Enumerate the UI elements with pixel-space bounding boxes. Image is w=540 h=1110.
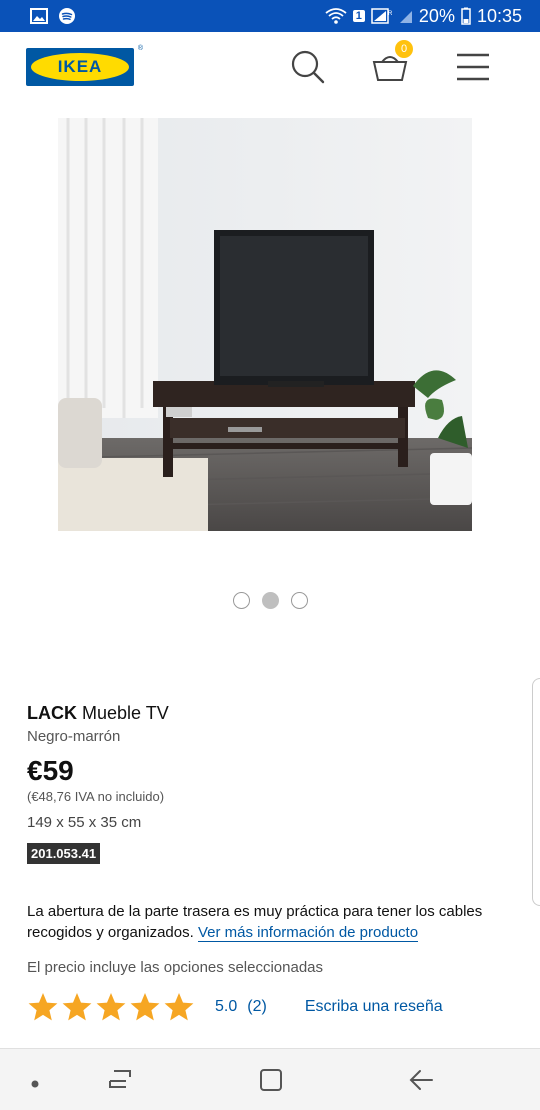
article-number: 201.053.41	[27, 843, 101, 864]
rating-score: 5.0	[215, 998, 238, 1015]
back-arrow-icon	[409, 1070, 433, 1090]
product-price: €59	[27, 755, 74, 786]
product-description: La abertura de la parte trasera es muy p…	[27, 901, 513, 943]
star-icon	[28, 993, 58, 1021]
carousel-dot-3[interactable]	[290, 592, 308, 609]
star-icon	[62, 993, 92, 1021]
app-header: IKEA ® 0	[0, 32, 540, 104]
nav-dot-button[interactable]	[30, 1076, 40, 1094]
search-icon	[291, 50, 325, 84]
cart-button[interactable]: 0	[369, 40, 413, 88]
price-options-note: El precio incluye las opciones seleccion…	[27, 959, 324, 976]
product-color: Negro-marrón	[27, 728, 121, 745]
spotify-icon	[59, 8, 75, 24]
wifi-icon	[325, 8, 347, 24]
price-excl-tax: (€48,76 IVA no incluido)	[27, 789, 165, 804]
star-icon	[96, 993, 126, 1021]
battery-icon	[461, 7, 471, 25]
product-brand: LACK	[27, 703, 77, 723]
product-dimensions: 149 x 55 x 35 cm	[27, 814, 142, 831]
star-icon	[130, 993, 160, 1021]
signal-icon: R	[371, 8, 393, 24]
cart-count-badge: 0	[395, 40, 413, 58]
clock: 10:35	[476, 5, 522, 26]
side-panel-handle[interactable]	[532, 678, 540, 906]
back-button[interactable]	[408, 1067, 436, 1098]
rating-row: 5.0 (2) Escriba una reseña	[27, 991, 513, 1023]
star-icon	[164, 993, 194, 1021]
recent-apps-icon	[109, 1070, 131, 1088]
more-info-link[interactable]: Ver más información de producto	[197, 924, 419, 942]
home-icon	[260, 1069, 282, 1091]
hamburger-menu-icon	[457, 53, 489, 81]
battery-percent: 20%	[418, 5, 455, 26]
logo-text: IKEA	[57, 57, 103, 76]
recent-apps-button[interactable]	[106, 1067, 134, 1098]
product-name: Mueble TV	[77, 703, 169, 723]
write-review-link[interactable]: Escriba una reseña	[305, 998, 443, 1016]
rating-count[interactable]: (2)	[247, 998, 267, 1016]
home-button[interactable]	[258, 1067, 284, 1098]
product-info: LACK Mueble TV Negro-marrón €59 (€48,76 …	[27, 703, 513, 864]
product-image[interactable]	[58, 118, 472, 531]
sim-badge: 1	[352, 10, 365, 22]
signal-2-icon	[399, 11, 412, 23]
registered-mark: ®	[137, 45, 143, 52]
product-title: LACK Mueble TV	[27, 703, 513, 724]
system-nav-bar	[0, 1048, 540, 1110]
carousel-dot-2[interactable]	[261, 592, 279, 609]
search-button[interactable]	[287, 46, 329, 88]
carousel-dot-1[interactable]	[232, 592, 250, 609]
menu-button[interactable]	[452, 46, 494, 88]
carousel-indicator	[0, 592, 540, 609]
ikea-logo[interactable]: IKEA ®	[26, 45, 143, 86]
status-bar: 1 R 20% 10:35	[0, 0, 540, 32]
svg-text:R: R	[388, 11, 393, 17]
dot-icon	[31, 1080, 39, 1088]
gallery-icon	[30, 8, 48, 24]
star-rating	[27, 991, 195, 1023]
